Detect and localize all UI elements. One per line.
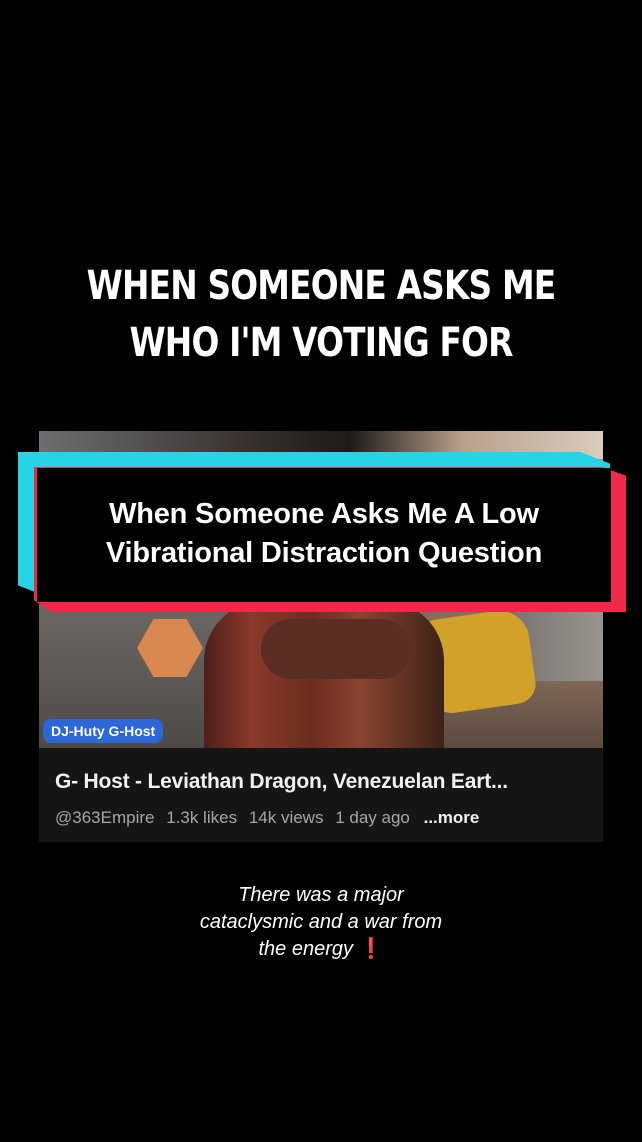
- caption-line-1: There was a major: [238, 884, 404, 906]
- caption: There was a major cataclysmic and a war …: [0, 882, 642, 963]
- more-link[interactable]: ...more: [424, 808, 480, 827]
- upload-age: 1 day ago: [335, 808, 410, 827]
- views-count: 14k views: [248, 808, 324, 827]
- video-stats: @363Empire 1.3k likes 14k views 1 day ag…: [55, 808, 486, 828]
- caption-line-2: cataclysmic and a war from: [199, 911, 443, 933]
- headline-line-1: WHEN SOMEONE ASKS ME: [86, 263, 557, 309]
- caption-line-3-text: the energy: [258, 938, 354, 960]
- caption-line-3: the energy ❗: [0, 936, 642, 963]
- banner-panel: When Someone Asks Me A Low Vibrational D…: [37, 468, 611, 602]
- video-meta: G- Host - Leviathan Dragon, Venezuelan E…: [39, 748, 603, 842]
- likes-count: 1.3k likes: [166, 808, 238, 827]
- exclamation-icon: ❗: [358, 938, 384, 960]
- video-title[interactable]: G- Host - Leviathan Dragon, Venezuelan E…: [55, 770, 508, 794]
- channel-handle[interactable]: @363Empire: [55, 808, 154, 827]
- banner-line-1: When Someone Asks Me A Low: [109, 498, 539, 530]
- banner: When Someone Asks Me A Low Vibrational D…: [18, 452, 626, 612]
- headline-line-2: WHO I'M VOTING FOR: [129, 320, 513, 366]
- banner-text: When Someone Asks Me A Low Vibrational D…: [37, 495, 611, 573]
- headline: WHEN SOMEONE ASKS ME WHO I'M VOTING FOR: [58, 258, 584, 372]
- channel-tag-badge: DJ-Huty G-Host: [43, 719, 164, 743]
- thumbnail-hands: [261, 619, 411, 679]
- banner-line-2: Vibrational Distraction Question: [105, 537, 543, 569]
